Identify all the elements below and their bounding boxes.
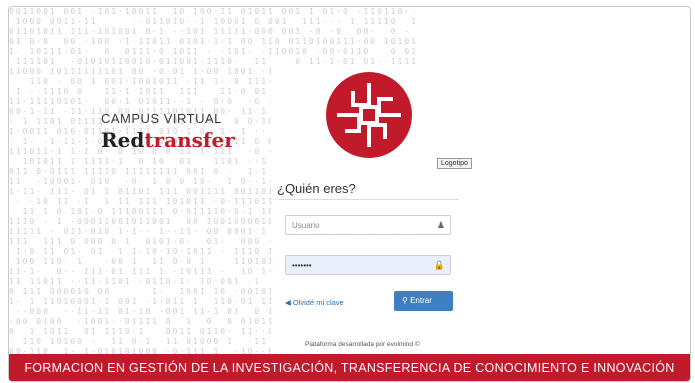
- key-icon: ⚲: [402, 296, 408, 305]
- login-window: 0011001 001 ·101·10011 10 100·11 01011 0…: [8, 6, 691, 382]
- user-icon: ♟: [436, 220, 445, 230]
- brand-transfer-text: transfer: [144, 128, 235, 152]
- enter-button-label: Entrar: [410, 296, 432, 305]
- heading-divider: [277, 199, 459, 200]
- password-input[interactable]: ••••••• 🔒: [285, 255, 451, 275]
- forgot-password-label: Olvidé mi clave: [292, 298, 344, 307]
- brand-red-text: Red: [101, 128, 145, 152]
- logo-tag: Logotipo: [437, 158, 472, 169]
- powered-by-text: Plataforma desarrollada por evolmind ©: [305, 341, 420, 348]
- login-card: Logotipo ¿Quién eres? Usuario ♟ ••••••• …: [271, 65, 472, 355]
- campus-brand: CAMPUS VIRTUAL Redtransfer: [101, 111, 235, 152]
- password-value: •••••••: [292, 261, 312, 270]
- username-placeholder: Usuario: [292, 221, 320, 230]
- enter-button[interactable]: ⚲ Entrar: [394, 291, 453, 311]
- arrow-left-icon: ◀: [285, 298, 291, 307]
- logo-icon: [326, 72, 412, 158]
- username-input[interactable]: Usuario ♟: [285, 215, 451, 235]
- footer-banner: FORMACION EN GESTIÓN DE LA INVESTIGACIÓN…: [9, 354, 690, 381]
- forgot-password-link[interactable]: ◀ Olvidé mi clave: [285, 298, 344, 307]
- brand-wordmark: Redtransfer: [101, 128, 235, 152]
- login-heading: ¿Quién eres?: [277, 181, 356, 196]
- brand-subtitle: CAMPUS VIRTUAL: [101, 111, 222, 126]
- lock-icon: 🔒: [433, 260, 445, 270]
